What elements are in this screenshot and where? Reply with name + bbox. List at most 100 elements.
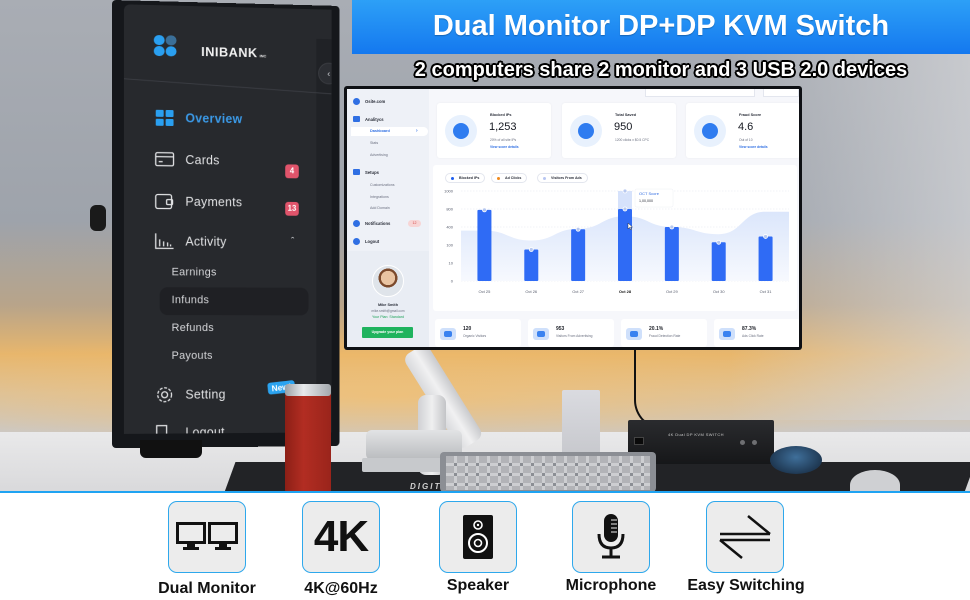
x-tick-label: Oct 27: [572, 289, 585, 294]
bar-marker: [716, 239, 722, 245]
nav-item-overview[interactable]: Overview: [154, 109, 242, 128]
bell-icon: [353, 220, 360, 227]
payments-count-badge: 13: [285, 201, 299, 216]
x-tick-label: Oct 28: [619, 289, 632, 294]
vertical-monitor: INIBANK INC ‹ Overview Cards 4 Payments …: [112, 0, 340, 448]
visitors-icon: [440, 328, 456, 340]
cards-count-badge: 4: [285, 164, 299, 179]
legend-ad-clicks[interactable]: Ad Clicks: [491, 173, 528, 183]
nav-notifications[interactable]: Notifications: [353, 220, 390, 227]
feature-label-dual-monitor: Dual Monitor: [158, 580, 256, 597]
chevron-up-icon[interactable]: ˆ: [291, 236, 294, 247]
main-monitor: Osite.com Analitycs Dashboard › Stats Ad…: [344, 86, 802, 350]
nav-item-activity[interactable]: Activity: [154, 232, 227, 250]
y-tick-label: 1000: [444, 189, 454, 194]
user-plan: Your Plan: Standard: [371, 315, 405, 319]
nav-stats[interactable]: Stats: [370, 141, 378, 145]
nav-advertising[interactable]: Advertising: [370, 153, 388, 157]
user-name: Mike Smith: [377, 303, 399, 307]
card-icon: [154, 151, 176, 169]
kvm-button-1: [740, 440, 745, 445]
feature-microphone: [572, 501, 650, 573]
feature-label-speaker: Speaker: [446, 577, 510, 594]
subnav-refunds[interactable]: Refunds: [172, 322, 214, 334]
mouse: [850, 470, 900, 492]
bar-marker: [763, 234, 768, 239]
legend-blocked-ips[interactable]: Blocked IPs: [445, 173, 486, 183]
feature-easy-switching: [706, 501, 784, 573]
nav-add-domain[interactable]: Add Domain: [370, 206, 390, 210]
subnav-infunds[interactable]: Infunds: [172, 294, 210, 306]
view-score-details-link[interactable]: View score details: [490, 145, 519, 149]
bar-marker: [482, 207, 487, 213]
nav-customizations[interactable]: Customizations: [370, 183, 395, 187]
y-tick-label: 0: [451, 279, 454, 284]
ads-visitors-icon: [533, 328, 549, 340]
user-avatar: [372, 265, 404, 297]
upgrade-plan-button[interactable]: Upgrade your plan: [362, 327, 413, 338]
nav-dashboard[interactable]: Dashboard: [370, 129, 390, 133]
y-tick-label: 800: [446, 207, 453, 212]
blocked-ip-icon: [445, 115, 477, 147]
keyboard: [440, 452, 656, 492]
legend-visitors-from-ads[interactable]: Visitors From Ads: [537, 173, 588, 183]
bar: [711, 242, 726, 281]
kvm-button-2: [752, 440, 757, 445]
nav-logout[interactable]: Logout: [353, 238, 379, 245]
4k-icon: 4K: [313, 512, 369, 561]
monitor-clip: [90, 205, 106, 231]
bar-chart-icon: [154, 232, 176, 250]
nav-item-payments[interactable]: Payments: [154, 192, 242, 211]
piggy-bank-icon: [570, 115, 602, 147]
top-filter[interactable]: [645, 89, 755, 97]
feature-strip: Dual Monitor 4K 4K@60Hz Speaker Micropho…: [0, 493, 970, 600]
bar: [477, 209, 492, 281]
feature-4k: 4K: [302, 501, 380, 573]
x-tick-label: Oct 31: [760, 289, 773, 294]
x-tick-label: Oct 30: [713, 289, 726, 294]
tooltip-title: OCT Score: [639, 191, 660, 196]
monitor-stand: [140, 440, 202, 458]
feature-label-4k: 4K@60Hz: [304, 580, 378, 597]
y-tick-label: 100: [446, 243, 453, 248]
analytics-dashboard: Osite.com Analitycs Dashboard › Stats Ad…: [347, 89, 799, 347]
tooltip-value: 1,00,000: [639, 199, 653, 203]
subnav-earnings[interactable]: Earnings: [172, 266, 217, 278]
user-email: mike.smith@gmail.com: [371, 309, 405, 313]
shield-gauge-icon: [694, 115, 726, 147]
banner-subtitle: 2 computers share 2 monitor and 3 USB 2.…: [414, 59, 908, 81]
feature-dual-monitor: [168, 501, 246, 573]
bar-marker: [622, 206, 628, 212]
nav-item-cards[interactable]: Cards: [154, 151, 220, 170]
banner-title: Dual Monitor DP+DP KVM Switch: [352, 0, 970, 54]
kpi-card-total-saved: Total Saved 950 1200 clicks x $0.5 CPC: [562, 103, 676, 158]
subnav-payouts[interactable]: Payouts: [172, 350, 213, 362]
top-action[interactable]: [763, 89, 799, 97]
bar: [758, 236, 773, 281]
y-tick-label: 10: [449, 261, 454, 266]
chart-tooltip: OCT Score 1,00,000: [634, 188, 674, 208]
view-score-details-link[interactable]: View score details: [739, 145, 768, 149]
y-tick-label: 400: [446, 225, 453, 230]
chevron-right-icon: ›: [416, 128, 418, 134]
section-analytics[interactable]: Analitycs: [353, 116, 384, 122]
grid-icon: [154, 109, 176, 127]
drink-can: [285, 388, 331, 492]
chevron-left-icon: ‹: [327, 68, 331, 79]
nav-item-setting[interactable]: Setting: [154, 386, 226, 404]
chart-card: Blocked IPs Ad Clicks Visitors From Ads …: [433, 165, 797, 311]
globe-icon: [353, 98, 360, 105]
nav-item-logout[interactable]: Logout: [154, 423, 225, 434]
inibank-app: INIBANK INC ‹ Overview Cards 4 Payments …: [123, 4, 332, 434]
bar-ghost-marker: [622, 188, 628, 194]
section-setups[interactable]: Setups: [353, 169, 379, 175]
speaker-puck: [770, 446, 822, 474]
bar-marker: [669, 224, 675, 230]
setups-icon: [353, 169, 360, 175]
gear-icon: [154, 386, 176, 404]
stat-visitors-from-ads: 953 Visitors From Advertising: [528, 319, 614, 347]
site-item[interactable]: Osite.com: [353, 98, 385, 105]
kpi-card-fraud-score: Fraud Score 4.6 Out of 10 View score det…: [686, 103, 799, 158]
nav-integrations[interactable]: Integrations: [370, 195, 389, 199]
bar: [524, 249, 539, 281]
